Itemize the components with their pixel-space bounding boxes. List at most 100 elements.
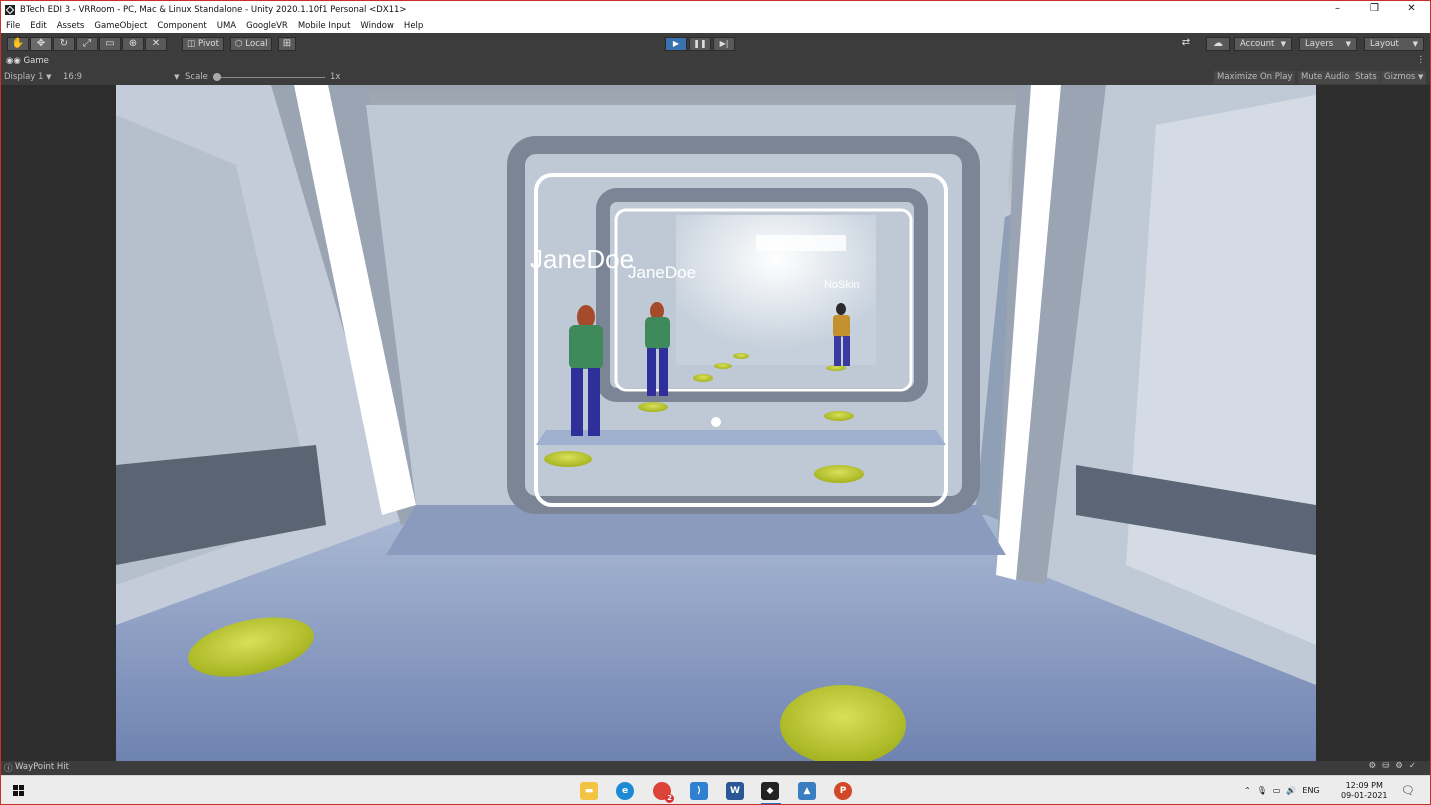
menu-mobile-input[interactable]: Mobile Input	[293, 21, 356, 31]
mute-audio-toggle[interactable]: Mute Audio	[1298, 71, 1353, 84]
aspect-dropdown[interactable]: 16:9 ▼	[63, 71, 179, 84]
stats-toggle[interactable]: Stats	[1352, 71, 1380, 84]
local-icon: ⬡	[235, 39, 243, 49]
vscode-icon[interactable]: ⟩	[690, 782, 708, 800]
hand-tool-button[interactable]: ✋	[7, 37, 29, 51]
chevron-down-icon: ▼	[1345, 40, 1351, 48]
scale-slider[interactable]	[213, 77, 325, 78]
right-wall-panel	[1126, 95, 1316, 645]
status-message[interactable]: WayPoint Hit	[15, 762, 69, 772]
transform-icon: ⊕	[128, 38, 138, 49]
rotate-tool-button[interactable]: ↻	[53, 37, 75, 51]
maximize-on-play-toggle[interactable]: Maximize On Play	[1214, 71, 1296, 84]
collab-button[interactable]: ⇄	[1176, 37, 1196, 51]
status-icons: ⚙⛁⚙✓	[1368, 761, 1422, 771]
edge-icon[interactable]: e	[616, 782, 634, 800]
play-button[interactable]: ▶	[665, 37, 687, 51]
move-tool-button[interactable]: ✥	[30, 37, 52, 51]
close-button[interactable]: ✕	[1393, 1, 1430, 18]
player-name-label: JaneDoe	[628, 263, 696, 282]
menu-component[interactable]: Component	[152, 21, 211, 31]
rect-icon: ▭	[105, 38, 115, 49]
powerpoint-icon[interactable]: P	[834, 782, 852, 800]
word-icon[interactable]: W	[726, 782, 744, 800]
scale-label: Scale	[185, 72, 208, 82]
menu-gameobject[interactable]: GameObject	[89, 21, 152, 31]
layers-dropdown[interactable]: Layers ▼	[1299, 37, 1357, 51]
game-viewport[interactable]: JaneDoe JaneDoe NoSkin	[116, 85, 1316, 761]
waypoint-pad[interactable]	[693, 374, 713, 382]
microphone-icon[interactable]: 🎙	[1257, 786, 1267, 795]
cloud-icon: ☁	[1213, 38, 1223, 49]
menu-help[interactable]: Help	[399, 21, 428, 31]
window-title: BTech EDI 3 - VRRoom - PC, Mac & Linux S…	[20, 4, 407, 15]
waypoint-pad[interactable]	[814, 465, 864, 483]
volume-icon[interactable]: 🔊	[1286, 786, 1296, 795]
layout-dropdown[interactable]: Layout ▼	[1364, 37, 1424, 51]
file-explorer-icon[interactable]: ▬	[580, 782, 598, 800]
menu-edit[interactable]: Edit	[25, 21, 51, 31]
clock[interactable]: 12:09 PM 09-01-2021	[1341, 776, 1388, 804]
chrome-badge: 2	[665, 794, 674, 803]
photos-icon[interactable]: ▲	[798, 782, 816, 800]
game-tab-header: ◉◉ Game ⋮	[1, 55, 1430, 71]
grid-snap-button[interactable]: ⊞	[278, 37, 296, 51]
waypoint-pad[interactable]	[638, 402, 668, 412]
scale-tool-button[interactable]: ⤢	[76, 37, 98, 51]
minimize-button[interactable]: –	[1319, 1, 1356, 18]
pivot-toggle[interactable]: ◫ Pivot	[182, 37, 224, 51]
transform-tool-button[interactable]: ⊕	[122, 37, 144, 51]
step-icon: ▶|	[719, 39, 729, 48]
gaze-reticle	[711, 417, 721, 427]
gamepad-icon: ◉◉	[6, 56, 21, 66]
rect-tool-button[interactable]: ▭	[99, 37, 121, 51]
tools-icon: ✕	[151, 38, 161, 49]
waypoint-pad[interactable]	[544, 451, 592, 467]
game-view-toolbar: Display 1 ▼ 16:9 ▼ Scale 1x Maximize On P…	[1, 70, 1430, 85]
menu-assets[interactable]: Assets	[52, 21, 90, 31]
chevron-down-icon: ▼	[174, 73, 180, 81]
custom-tool-button[interactable]: ✕	[145, 37, 167, 51]
game-tab[interactable]: ◉◉ Game	[6, 56, 49, 66]
network-icon[interactable]: ▭	[1273, 786, 1281, 795]
chrome-icon[interactable]: 2	[653, 782, 674, 803]
notification-icon[interactable]: 🗨	[1401, 776, 1415, 804]
language-indicator[interactable]: ENG	[1302, 786, 1319, 795]
status-bar: ⓘ WayPoint Hit ⚙⛁⚙✓	[1, 761, 1430, 775]
chevron-down-icon: ▼	[1412, 40, 1418, 48]
unity-icon[interactable]: ◆	[761, 782, 779, 800]
cloud-button[interactable]: ☁	[1206, 37, 1230, 51]
display-dropdown[interactable]: Display 1 ▼	[4, 71, 52, 84]
pause-button[interactable]: ❚❚	[689, 37, 711, 51]
window-controls: – ❐ ✕	[1319, 1, 1430, 18]
chevron-down-icon: ▼	[1418, 73, 1424, 81]
menu-googlevr[interactable]: GoogleVR	[241, 21, 293, 31]
maximize-button[interactable]: ❐	[1356, 1, 1393, 18]
menu-file[interactable]: File	[1, 21, 25, 31]
menu-uma[interactable]: UMA	[212, 21, 241, 31]
waypoint-pad[interactable]	[824, 411, 854, 421]
account-label: Account	[1240, 39, 1275, 49]
unity-logo-icon	[5, 4, 15, 15]
account-dropdown[interactable]: Account ▼	[1234, 37, 1292, 51]
game-view: JaneDoe JaneDoe NoSkin	[1, 85, 1430, 761]
hand-icon: ✋	[11, 38, 25, 49]
chevron-up-icon[interactable]: ⌃	[1244, 786, 1251, 795]
local-toggle[interactable]: ⬡ Local	[230, 37, 273, 51]
chevron-down-icon: ▼	[1280, 40, 1286, 48]
gizmos-dropdown[interactable]: Gizmos ▼	[1381, 71, 1427, 84]
unity-editor-window: BTech EDI 3 - VRRoom - PC, Mac & Linux S…	[0, 0, 1431, 805]
waypoint-pad[interactable]	[714, 363, 732, 369]
waypoint-pad[interactable]	[733, 353, 749, 359]
scale-slider-thumb[interactable]	[213, 73, 221, 81]
step-button[interactable]: ▶|	[713, 37, 735, 51]
clock-time: 12:09 PM	[1345, 780, 1383, 790]
local-label: Local	[245, 39, 268, 49]
tab-menu-icon[interactable]: ⋮	[1417, 55, 1426, 65]
windows-start-icon[interactable]	[13, 785, 24, 796]
system-tray: ⌃ 🎙 ▭ 🔊 ENG	[1244, 776, 1320, 804]
windows-taskbar: ▬ e 2 ⟩ W ◆ ▲ P ⌃ 🎙 ▭ 🔊 ENG 12:09 PM 09-…	[1, 775, 1430, 804]
gizmos-label: Gizmos	[1384, 72, 1416, 82]
pause-icon: ❚❚	[693, 39, 707, 48]
menu-window[interactable]: Window	[355, 21, 399, 31]
